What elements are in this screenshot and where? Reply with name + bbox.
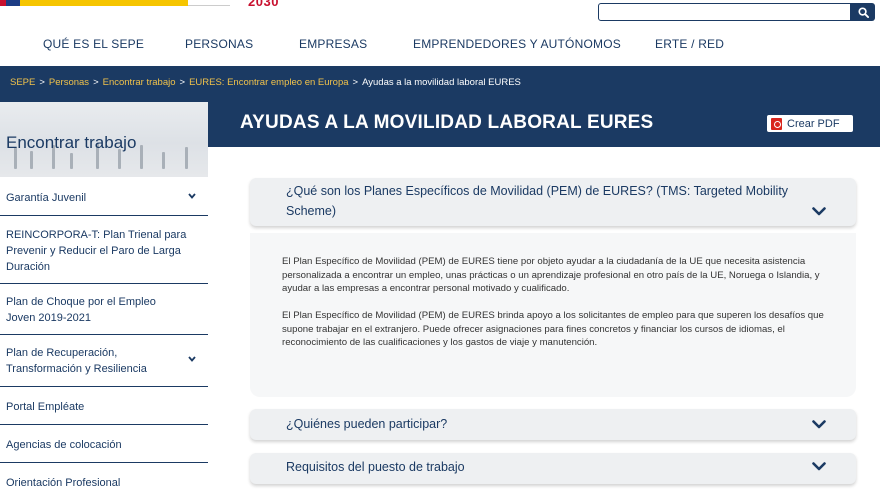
breadcrumb-separator: > [39,77,45,88]
accordion-header-pem[interactable]: ¿Qué son los Planes Específicos de Movil… [250,178,856,226]
accordion-header-requisitos[interactable]: Requisitos del puesto de trabajo [250,453,856,484]
sidebar-item-label: REINCORPORA-T: Plan Trienal para Preveni… [6,229,187,273]
breadcrumb-separator: > [179,77,186,88]
accordion-header-quienes-participar[interactable]: ¿Quiénes pueden participar? [250,409,856,440]
breadcrumb-separator: > [352,77,359,88]
nav-item-empresas[interactable]: EMPRESAS [299,37,367,51]
search-icon [857,6,869,18]
main-nav: QUÉ ES EL SEPE PERSONAS EMPRESAS EMPREND… [0,28,880,66]
sidebar-item-label: Plan de Choque por el Empleo Joven 2019-… [6,296,156,324]
accordion-title: ¿Qué son los Planes Específicos de Movil… [286,184,789,218]
logo-2030[interactable]: 2030 [248,0,279,9]
sidebar-item-orientacion-profesional[interactable]: Orientación Profesional [0,463,208,495]
sidebar-item-plan-choque[interactable]: Plan de Choque por el Empleo Joven 2019-… [0,284,208,335]
nav-item-personas[interactable]: PERSONAS [185,37,253,51]
sidebar-item-label: Agencias de colocación [6,439,122,451]
pdf-icon [771,117,782,130]
sidebar-item-label: Garantía Juvenil [6,192,87,204]
create-pdf-label: Crear PDF [787,117,840,130]
accordion-body-pem: El Plan Específico de Movilidad (PEM) de… [250,233,856,397]
accordion-paragraph: El Plan Específico de Movilidad (PEM) de… [282,256,820,294]
nav-item-erte-red[interactable]: ERTE / RED [655,37,724,51]
page-title: AYUDAS A LA MOVILIDAD LABORAL EURES [240,112,654,133]
breadcrumb-separator: > [93,77,99,88]
chevron-down-icon [812,420,826,429]
breadcrumb-item-sepe[interactable]: SEPE [10,77,35,88]
sidebar-item-label: Orientación Profesional [6,477,121,489]
search-form [598,3,875,21]
sidebar-hero: Encontrar trabajo [0,102,208,177]
chevron-down-icon [812,207,826,216]
breadcrumb-item-eures[interactable]: EURES: Encontrar empleo en Europa [189,77,348,88]
sidebar-item-plan-recuperacion[interactable]: Plan de Recuperación, Transformación y R… [0,335,208,387]
sidebar-item-reincorpora-t[interactable]: REINCORPORA-T: Plan Trienal para Preveni… [0,216,208,284]
sidebar-item-label: Plan de Recuperación, Transformación y R… [6,347,147,375]
accordion-paragraph: El Plan Específico de Movilidad (PEM) de… [282,310,824,348]
logo-flag-strip[interactable] [0,0,230,6]
search-input[interactable] [598,3,851,21]
create-pdf-button[interactable]: Crear PDF [767,115,853,132]
nav-item-que-es-el-sepe[interactable]: QUÉ ES EL SEPE [43,37,144,51]
sidebar-item-portal-empleate[interactable]: Portal Empléate [0,387,208,425]
breadcrumb: SEPE > Personas > Encontrar trabajo > EURES: E… [10,77,521,88]
sidebar-item-garantia-juvenil[interactable]: Garantía Juvenil [0,177,208,216]
sidebar-item-agencias-colocacion[interactable]: Agencias de colocación [0,425,208,463]
accordion-title: ¿Quiénes pueden participar? [286,417,448,431]
search-button[interactable] [851,3,875,21]
chevron-down-icon[interactable] [188,193,196,199]
sidebar-title: Encontrar trabajo [6,133,137,152]
breadcrumb-item-personas[interactable]: Personas [49,77,89,88]
accordion-title: Requisitos del puesto de trabajo [286,460,465,474]
breadcrumb-item-current: Ayudas a la movilidad laboral EURES [362,77,521,88]
chevron-down-icon[interactable] [188,356,196,362]
chevron-down-icon [812,462,826,471]
nav-item-emprendedores[interactable]: EMPRENDEDORES Y AUTÓNOMOS [413,37,621,51]
breadcrumb-bar: SEPE > Personas > Encontrar trabajo > EURES: E… [0,66,880,102]
top-bar: 2030 [0,0,880,28]
breadcrumb-item-encontrar-trabajo[interactable]: Encontrar trabajo [103,77,176,88]
sidebar-item-label: Portal Empléate [6,401,85,413]
